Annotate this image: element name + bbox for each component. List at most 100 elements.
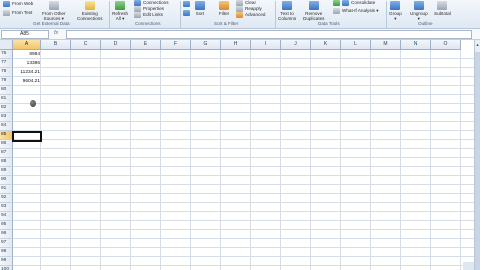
cell-a76[interactable]: 8984 xyxy=(13,50,41,59)
gridline xyxy=(13,229,475,230)
column-header[interactable]: D xyxy=(101,40,131,50)
formula-input[interactable] xyxy=(66,30,472,39)
what-if-icon xyxy=(333,8,340,14)
group-label-get-external-data: Get External Data xyxy=(33,21,70,26)
formula-bar: A85 fx xyxy=(0,29,480,40)
vertical-scrollbar[interactable]: ▲ xyxy=(474,40,480,270)
filter-funnel-icon xyxy=(219,1,230,10)
column-header[interactable]: B xyxy=(41,40,71,50)
from-other-sources-button[interactable]: From Other Sources ▾ xyxy=(42,1,65,21)
column-header[interactable]: L xyxy=(341,40,371,50)
refresh-all-button[interactable]: Refresh All ▾ xyxy=(112,1,128,21)
sort-za-button[interactable] xyxy=(183,10,190,16)
gridline xyxy=(220,50,221,270)
row-header[interactable]: 94 xyxy=(0,212,13,221)
advanced-filter-icon xyxy=(236,12,243,18)
row-header[interactable]: 76 xyxy=(0,50,13,59)
gridline xyxy=(370,50,371,270)
filter-button[interactable]: Filter xyxy=(219,1,229,16)
row-header[interactable]: 87 xyxy=(0,149,13,158)
cell-a78[interactable]: 11234.21 xyxy=(13,68,41,77)
row-header[interactable]: 77 xyxy=(0,59,13,68)
text-to-columns-button[interactable]: Text to Columns xyxy=(278,1,296,21)
row-header[interactable]: 89 xyxy=(0,167,13,176)
row-header[interactable]: 90 xyxy=(0,176,13,185)
refresh-icon xyxy=(115,1,126,10)
group-label-sort-filter: Sort & Filter xyxy=(214,21,239,26)
subtotal-button[interactable]: Subtotal xyxy=(434,1,451,16)
row-header[interactable]: 97 xyxy=(0,239,13,248)
row-header[interactable]: 96 xyxy=(0,230,13,239)
sort-button[interactable]: Sort xyxy=(195,1,205,16)
sort-az-button[interactable] xyxy=(183,1,190,7)
scrollbar-thumb[interactable] xyxy=(475,52,480,270)
row-header[interactable]: 83 xyxy=(0,113,13,122)
column-header[interactable]: A xyxy=(13,40,41,50)
column-header[interactable]: N xyxy=(401,40,431,50)
column-header[interactable]: K xyxy=(311,40,341,50)
ungroup-button[interactable]: Ungroup ▾ xyxy=(410,1,428,21)
column-header[interactable]: O xyxy=(431,40,461,50)
row-header[interactable]: 82 xyxy=(0,104,13,113)
group-label-connections: Connections xyxy=(135,21,161,26)
row-header[interactable]: 78 xyxy=(0,68,13,77)
row-header[interactable]: 84 xyxy=(0,122,13,131)
column-header[interactable]: C xyxy=(71,40,101,50)
row-header[interactable]: 98 xyxy=(0,248,13,257)
gridline xyxy=(460,50,461,270)
cell-a79[interactable]: 9604.21 xyxy=(13,77,41,86)
data-validation-button[interactable] xyxy=(333,0,340,6)
sort-icon xyxy=(195,1,205,10)
row-header[interactable]: 95 xyxy=(0,221,13,230)
gridline xyxy=(13,157,475,158)
column-header[interactable]: G xyxy=(191,40,221,50)
gridline xyxy=(70,50,71,270)
group-separator xyxy=(275,1,276,28)
consolidate-icon xyxy=(342,0,349,6)
column-header[interactable]: F xyxy=(161,40,191,50)
gridline xyxy=(13,193,475,194)
advanced-filter-button[interactable]: Advanced xyxy=(236,12,265,18)
column-header[interactable]: E xyxy=(131,40,161,50)
row-header[interactable]: 91 xyxy=(0,185,13,194)
gridline xyxy=(13,175,475,176)
group-separator xyxy=(386,1,387,28)
gridline xyxy=(280,50,281,270)
gridline xyxy=(13,247,475,248)
name-box[interactable]: A85 xyxy=(1,30,49,39)
gridline xyxy=(13,265,475,266)
row-header[interactable]: 80 xyxy=(0,86,13,95)
what-if-analysis-button[interactable]: What-If Analysis ▾ xyxy=(333,8,379,14)
column-header[interactable]: J xyxy=(281,40,311,50)
gridline xyxy=(13,238,475,239)
from-text-button[interactable]: From Text xyxy=(3,10,32,16)
cell-a77[interactable]: 13386 xyxy=(13,59,41,68)
group-button[interactable]: Group ▾ xyxy=(389,1,402,21)
row-header[interactable]: 100 xyxy=(0,266,13,270)
column-header[interactable]: I xyxy=(251,40,281,50)
row-header[interactable]: 99 xyxy=(0,257,13,266)
scroll-up-icon[interactable]: ▲ xyxy=(475,42,480,47)
consolidate-button[interactable]: Consolidate xyxy=(342,0,375,6)
row-header[interactable]: 92 xyxy=(0,194,13,203)
row-header[interactable]: 88 xyxy=(0,158,13,167)
row-header[interactable]: 81 xyxy=(0,95,13,104)
horizontal-scrollbar[interactable] xyxy=(463,262,474,270)
sort-descending-icon xyxy=(183,10,190,16)
row-header[interactable]: 93 xyxy=(0,203,13,212)
insert-function-icon[interactable]: fx xyxy=(54,30,58,36)
select-all-corner[interactable] xyxy=(0,40,13,50)
remove-duplicates-button[interactable]: Remove Duplicates xyxy=(303,1,324,21)
column-header[interactable]: H xyxy=(221,40,251,50)
active-cell-selection[interactable] xyxy=(12,131,42,142)
column-header[interactable]: M xyxy=(371,40,401,50)
gridline xyxy=(13,139,475,140)
gridline xyxy=(190,50,191,270)
existing-connections-button[interactable]: Existing Connections xyxy=(77,1,103,21)
gridline xyxy=(13,67,475,68)
globe-icon xyxy=(3,1,10,7)
gridline xyxy=(130,50,131,270)
from-web-button[interactable]: From Web xyxy=(3,1,33,7)
edit-links-button[interactable]: Edit Links xyxy=(134,12,163,18)
row-header[interactable]: 79 xyxy=(0,77,13,86)
